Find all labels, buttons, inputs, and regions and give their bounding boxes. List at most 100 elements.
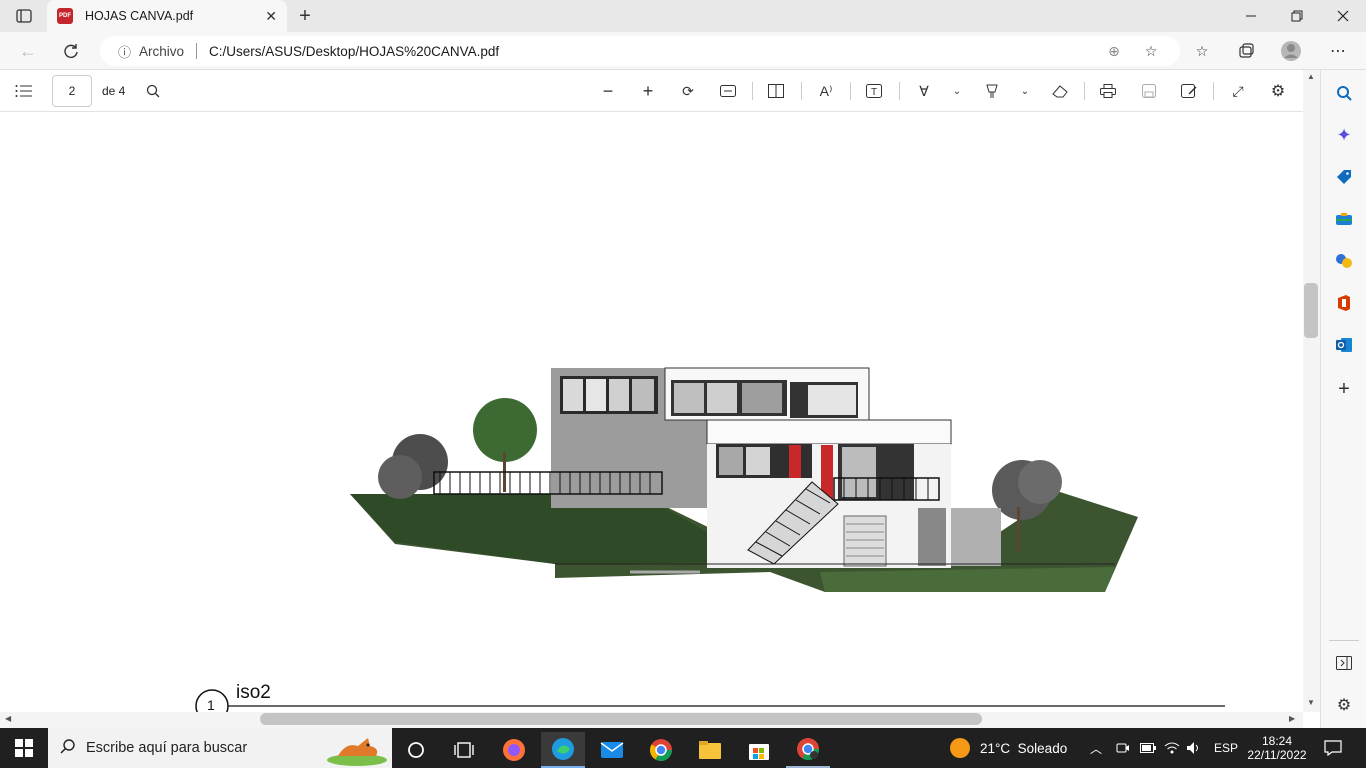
toolbar-divider	[899, 82, 900, 100]
outlook-icon[interactable]	[1333, 334, 1355, 356]
toolbar-divider	[850, 82, 851, 100]
info-icon[interactable]: ⓘ	[118, 42, 131, 61]
close-window-icon[interactable]	[1332, 6, 1354, 26]
collections-icon[interactable]	[1236, 41, 1256, 61]
taskbar-search-placeholder: Escribe aquí para buscar	[86, 740, 248, 756]
office-icon[interactable]	[1333, 292, 1355, 314]
highlight-chevron-down-icon[interactable]: ⌄	[1016, 81, 1034, 101]
clock-date: 22/11/2022	[1247, 748, 1307, 762]
profile-avatar-icon[interactable]	[1280, 40, 1302, 62]
address-bar[interactable]: ⓘ Archivo C:/Users/ASUS/Desktop/HOJAS%20…	[100, 36, 1180, 66]
games-icon[interactable]	[1333, 250, 1355, 272]
chrome-profile-icon[interactable]	[786, 732, 830, 768]
chrome-icon[interactable]	[639, 732, 683, 768]
clock[interactable]: 18:24 22/11/2022	[1246, 728, 1308, 768]
firefox-icon[interactable]	[492, 732, 536, 768]
draw-chevron-down-icon[interactable]: ⌄	[948, 81, 966, 101]
tab-actions-icon[interactable]	[12, 8, 36, 24]
save-icon[interactable]	[1139, 81, 1159, 101]
find-icon[interactable]	[143, 81, 163, 101]
rotate-icon[interactable]: ⟳	[678, 81, 698, 101]
read-aloud-icon[interactable]: A⁾	[816, 81, 836, 101]
mail-icon[interactable]	[590, 732, 634, 768]
windows-taskbar: Escribe aquí para buscar 21°C Soleado ︿	[0, 728, 1366, 768]
show-hidden-icons[interactable]: ︿	[1090, 728, 1102, 768]
horizontal-scroll-thumb[interactable]	[260, 713, 982, 725]
vertical-scrollbar[interactable]: ▲ ▼	[1303, 70, 1320, 712]
sidebar-divider	[1329, 640, 1359, 641]
scroll-down-icon[interactable]: ▼	[1307, 698, 1315, 707]
add-favorite-icon[interactable]: ☆	[1141, 41, 1161, 61]
pdf-settings-icon[interactable]: ⚙	[1268, 81, 1288, 101]
print-icon[interactable]	[1098, 81, 1118, 101]
scroll-right-icon[interactable]: ▶	[1289, 714, 1295, 723]
close-tab-icon[interactable]: ✕	[265, 8, 277, 25]
back-icon[interactable]: ←	[18, 41, 38, 61]
save-as-icon[interactable]	[1179, 81, 1199, 101]
tab-pdf[interactable]: PDF HOJAS CANVA.pdf ✕	[47, 0, 287, 32]
minimize-icon[interactable]	[1240, 6, 1262, 26]
add-text-icon[interactable]: T	[864, 81, 884, 101]
taskbar-search-icon	[60, 738, 76, 758]
hide-sidebar-icon[interactable]	[1333, 652, 1355, 674]
taskbar-search-box[interactable]: Escribe aquí para buscar	[48, 728, 392, 768]
pdf-page-area[interactable]: 1 iso2	[0, 112, 1303, 712]
zoom-out-icon[interactable]: −	[598, 81, 618, 101]
browser-tab-strip: PDF HOJAS CANVA.pdf ✕ +	[0, 0, 1366, 32]
copilot-sparkle-icon[interactable]: ✦	[1333, 124, 1355, 146]
page-total: de 4	[102, 84, 126, 98]
fullscreen-icon[interactable]: ⤢	[1228, 81, 1248, 101]
scroll-left-icon[interactable]: ◀	[5, 714, 11, 723]
url-text[interactable]: C:/Users/ASUS/Desktop/HOJAS%20CANVA.pdf	[209, 44, 499, 59]
shopping-tag-icon[interactable]	[1333, 166, 1355, 188]
draw-icon[interactable]: ∀	[914, 81, 934, 101]
more-options-icon[interactable]: ⋯	[1328, 41, 1348, 61]
refresh-icon[interactable]	[61, 41, 81, 61]
language-indicator[interactable]: ESP	[1214, 728, 1238, 768]
page-number-input[interactable]: 2	[52, 75, 92, 107]
search-highlight-fox-icon	[324, 730, 390, 766]
task-view-icon[interactable]	[442, 732, 486, 768]
battery-icon[interactable]	[1140, 728, 1156, 768]
file-explorer-icon[interactable]	[688, 732, 732, 768]
fit-width-icon[interactable]	[718, 81, 738, 101]
notifications-icon[interactable]	[1324, 728, 1342, 768]
address-toolbar: ← ⓘ Archivo C:/Users/ASUS/Desktop/HOJAS%…	[0, 32, 1366, 70]
tab-title: HOJAS CANVA.pdf	[85, 9, 194, 23]
view-number: 1	[207, 697, 215, 712]
house-elevation-drawing	[195, 367, 1225, 712]
add-sidebar-app-icon[interactable]: +	[1333, 378, 1355, 400]
edge-icon[interactable]	[541, 732, 585, 768]
cortana-icon[interactable]	[394, 732, 438, 768]
sidebar-settings-icon[interactable]: ⚙	[1333, 694, 1355, 716]
vertical-scroll-thumb[interactable]	[1304, 283, 1318, 338]
zoom-icon[interactable]: ⊕	[1104, 41, 1124, 61]
language-text: ESP	[1214, 741, 1239, 755]
new-tab-icon[interactable]: +	[294, 5, 316, 27]
clock-time: 18:24	[1261, 734, 1293, 748]
tools-icon[interactable]	[1333, 208, 1355, 230]
favorites-icon[interactable]: ☆	[1192, 41, 1212, 61]
weather-text: 21°C Soleado	[980, 740, 1068, 756]
toolbar-divider	[1084, 82, 1085, 100]
security-label: Archivo	[139, 43, 185, 59]
scroll-up-icon[interactable]: ▲	[1307, 72, 1315, 81]
toolbar-divider	[801, 82, 802, 100]
zoom-in-icon[interactable]: +	[638, 81, 658, 101]
windows-start-icon[interactable]	[12, 738, 36, 758]
highlight-icon[interactable]	[982, 81, 1002, 101]
weather-widget[interactable]: 21°C Soleado	[950, 728, 1067, 768]
volume-icon[interactable]	[1186, 728, 1202, 768]
eraser-icon[interactable]	[1050, 81, 1070, 101]
search-icon[interactable]	[1333, 82, 1355, 104]
table-of-contents-icon[interactable]	[14, 82, 34, 100]
toolbar-divider	[752, 82, 753, 100]
sun-icon	[950, 738, 970, 758]
page-view-icon[interactable]	[766, 81, 786, 101]
address-separator	[196, 43, 198, 59]
store-icon[interactable]	[737, 732, 781, 768]
pdf-file-icon: PDF	[57, 8, 73, 24]
meet-now-icon[interactable]	[1116, 728, 1130, 768]
restore-icon[interactable]	[1286, 6, 1308, 26]
wifi-icon[interactable]	[1164, 728, 1180, 768]
